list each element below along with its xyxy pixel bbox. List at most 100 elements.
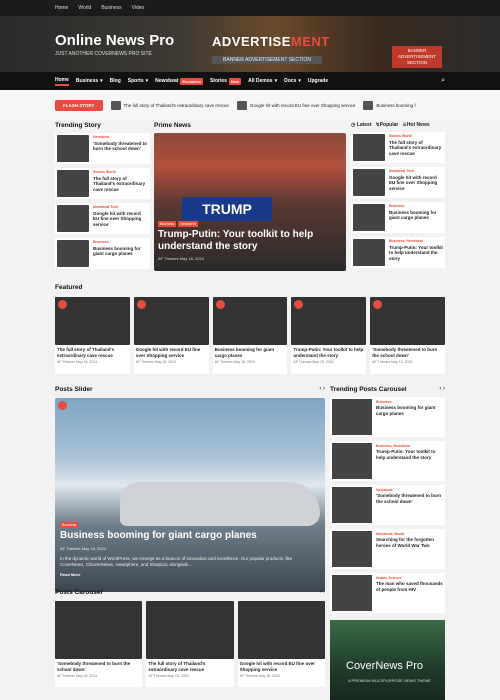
topbar-business-link[interactable]: Business	[101, 5, 121, 11]
carousel-card[interactable]: The full story of Thailand's extraordina…	[146, 601, 234, 687]
thumbnail[interactable]	[57, 170, 89, 197]
feature-card[interactable]: 'Somebody threatened to burn the school …	[370, 297, 445, 374]
nav-docs[interactable]: Docs ▾	[284, 78, 301, 84]
nav-business[interactable]: Business ▾	[76, 78, 103, 84]
section-title: Featured	[55, 284, 83, 291]
tab-bar: ◷ Latest ↯Popular ♨Hot News	[351, 122, 445, 128]
thumbnail[interactable]	[332, 531, 372, 567]
prime-headline[interactable]: Trump-Putin: Your toolkit to help unders…	[158, 229, 338, 253]
brand-tagline: JUST ANOTHER COVERNEWS PRO SITE	[55, 51, 152, 57]
prime-news-image[interactable]: TRUMP Business Newsbeat Trump-Putin: You…	[154, 133, 346, 271]
search-icon[interactable]: ⌕	[441, 77, 445, 85]
topbar-home-link[interactable]: Home	[55, 5, 68, 11]
thumbnail[interactable]	[332, 575, 372, 611]
feature-card[interactable]: Google hit with record EU fine over Shop…	[133, 297, 209, 374]
category-tag[interactable]: Business	[158, 221, 177, 227]
list-item[interactable]: Business, Newsbeat Trump-Putin: Your tool…	[330, 441, 445, 481]
list-item[interactable]: Stories World The full story of Thailand'…	[351, 132, 445, 163]
flash-story-label: FLASH STORY	[55, 99, 103, 111]
ticker-item[interactable]: Business booming f	[363, 100, 416, 110]
slider-arrows[interactable]: ‹ ›	[319, 386, 325, 392]
carousel-card[interactable]: Google hit with record EU fine over Shop…	[237, 601, 325, 687]
post-format-icon	[294, 300, 304, 309]
nav-blog[interactable]: Blog	[110, 78, 121, 84]
airplane-illustration	[120, 482, 320, 526]
thumbnail[interactable]	[133, 297, 209, 345]
thumbnail[interactable]	[332, 487, 372, 523]
feature-card[interactable]: The full story of Thailand's extraordina…	[55, 297, 130, 374]
list-item[interactable]: Newsbeat, World Searching for the forgott…	[330, 529, 445, 569]
ticker-item[interactable]: The full story of Thailand's extraordina…	[110, 100, 229, 110]
nav-sports[interactable]: Sports ▾	[128, 78, 148, 84]
chevron-down-icon: ▾	[100, 78, 103, 84]
topbar-video-link[interactable]: Video	[132, 5, 145, 11]
thumbnail[interactable]	[146, 601, 234, 659]
nav-stories[interactable]: Stories New	[210, 77, 242, 85]
thumbnail[interactable]	[55, 297, 130, 345]
brand[interactable]: Online News Pro JUST ANOTHER COVERNEWS P…	[55, 32, 174, 57]
list-item[interactable]: Business Business booming for giant cargo…	[330, 397, 445, 437]
ad-subtitle: A PREMIUM MULTIPURPOSE NEWS THEME	[348, 678, 431, 683]
carousel-card[interactable]: 'Somebody threatened to burn the school …	[55, 601, 143, 687]
brand-title[interactable]: Online News Pro	[55, 32, 174, 49]
section-title: Posts Slider	[55, 386, 93, 393]
list-item[interactable]: Health, Science The man who saved thousan…	[330, 573, 445, 613]
nav-all-demos[interactable]: All Demos ▾	[248, 78, 277, 84]
tab-hot-news[interactable]: ♨Hot News	[402, 122, 429, 128]
ad-side-label: BANNER ADVERTISEMENT SECTION	[392, 46, 442, 68]
thumbnail[interactable]	[291, 297, 367, 345]
header-advertisement[interactable]: ADVERTISEMENT BANNER ADVERTISEMENT SECTI…	[212, 34, 442, 68]
posts-slider: Posts Slider ‹ › Business Business boomi…	[55, 386, 325, 592]
post-format-icon	[58, 401, 67, 410]
exclusive-badge: Exclusive	[180, 77, 203, 85]
nav-upgrade[interactable]: Upgrade	[308, 78, 328, 84]
nav-newsbeat[interactable]: Newsbeat Exclusive	[155, 77, 203, 85]
category-tag[interactable]: Business	[60, 522, 79, 528]
section-title: Posts Carousel	[55, 589, 103, 596]
thumbnail[interactable]	[353, 204, 385, 231]
thumbnail[interactable]	[212, 297, 288, 345]
thumbnail[interactable]	[353, 134, 385, 161]
topbar-world-link[interactable]: World	[78, 5, 91, 11]
slider-headline[interactable]: Business booming for giant cargo planes	[60, 530, 257, 541]
chevron-down-icon: ▾	[145, 78, 149, 84]
thumbnail[interactable]	[55, 601, 143, 659]
thumbnail[interactable]	[353, 169, 385, 196]
thumbnail[interactable]	[57, 135, 89, 162]
new-badge: New	[228, 77, 242, 85]
list-item[interactable]: Newsbeat Tech Google hit with record EU f…	[351, 167, 445, 198]
tab-latest[interactable]: ◷ Latest	[351, 122, 372, 128]
ticker-thumbnail	[363, 100, 374, 110]
nav-home[interactable]: Home	[55, 77, 69, 86]
trending-posts-carousel: Trending Posts Carousel ‹ › Business Busi…	[330, 386, 445, 613]
read-more-link[interactable]: Read More	[60, 572, 80, 577]
prime-news: Prime News TRUMP Business Newsbeat Trump…	[154, 122, 346, 271]
trending-story-column: Trending Story Newsbeat 'Somebody threate…	[55, 122, 150, 269]
category-tag[interactable]: Newsbeat	[178, 221, 198, 227]
thumbnail[interactable]	[332, 399, 372, 435]
slider-image[interactable]: Business Business booming for giant carg…	[55, 398, 325, 592]
slider-meta: AF Themes May 18, 2024	[60, 546, 106, 551]
tab-popular[interactable]: ↯Popular	[376, 122, 399, 128]
feature-card[interactable]: Trump-Putin: Your toolkit to help unders…	[291, 297, 367, 374]
thumbnail[interactable]	[57, 205, 89, 232]
list-item[interactable]: Business Business booming for giant cargo…	[351, 202, 445, 233]
thumbnail[interactable]	[237, 601, 325, 659]
list-item[interactable]: Newsbeat Tech Google hit with record EU f…	[55, 203, 150, 234]
ticker-item[interactable]: Google hit with record EU fine over Shop…	[236, 100, 355, 110]
list-item[interactable]: Newsbeat 'Somebody threatened to burn the…	[330, 485, 445, 525]
thumbnail[interactable]	[353, 239, 385, 266]
prime-tags: Business Newsbeat	[158, 221, 198, 227]
list-item[interactable]: Stories World The full story of Thailand'…	[55, 168, 150, 199]
carousel-arrows[interactable]: ‹ ›	[319, 589, 325, 595]
list-item[interactable]: Business Business booming for giant cargo…	[55, 238, 150, 269]
list-item[interactable]: Business, Newsbeat Trump-Putin: Your tool…	[351, 237, 445, 268]
thumbnail[interactable]	[332, 443, 372, 479]
feature-card[interactable]: Business booming for giant cargo planes A…	[212, 297, 288, 374]
chevron-down-icon: ▾	[298, 78, 301, 84]
carousel-arrows[interactable]: ‹ ›	[439, 386, 445, 392]
thumbnail[interactable]	[370, 297, 445, 345]
thumbnail[interactable]	[57, 240, 89, 267]
bottom-advertisement[interactable]: CoverNews Pro A PREMIUM MULTIPURPOSE NEW…	[330, 620, 445, 700]
list-item[interactable]: Newsbeat 'Somebody threatened to burn the…	[55, 133, 150, 164]
